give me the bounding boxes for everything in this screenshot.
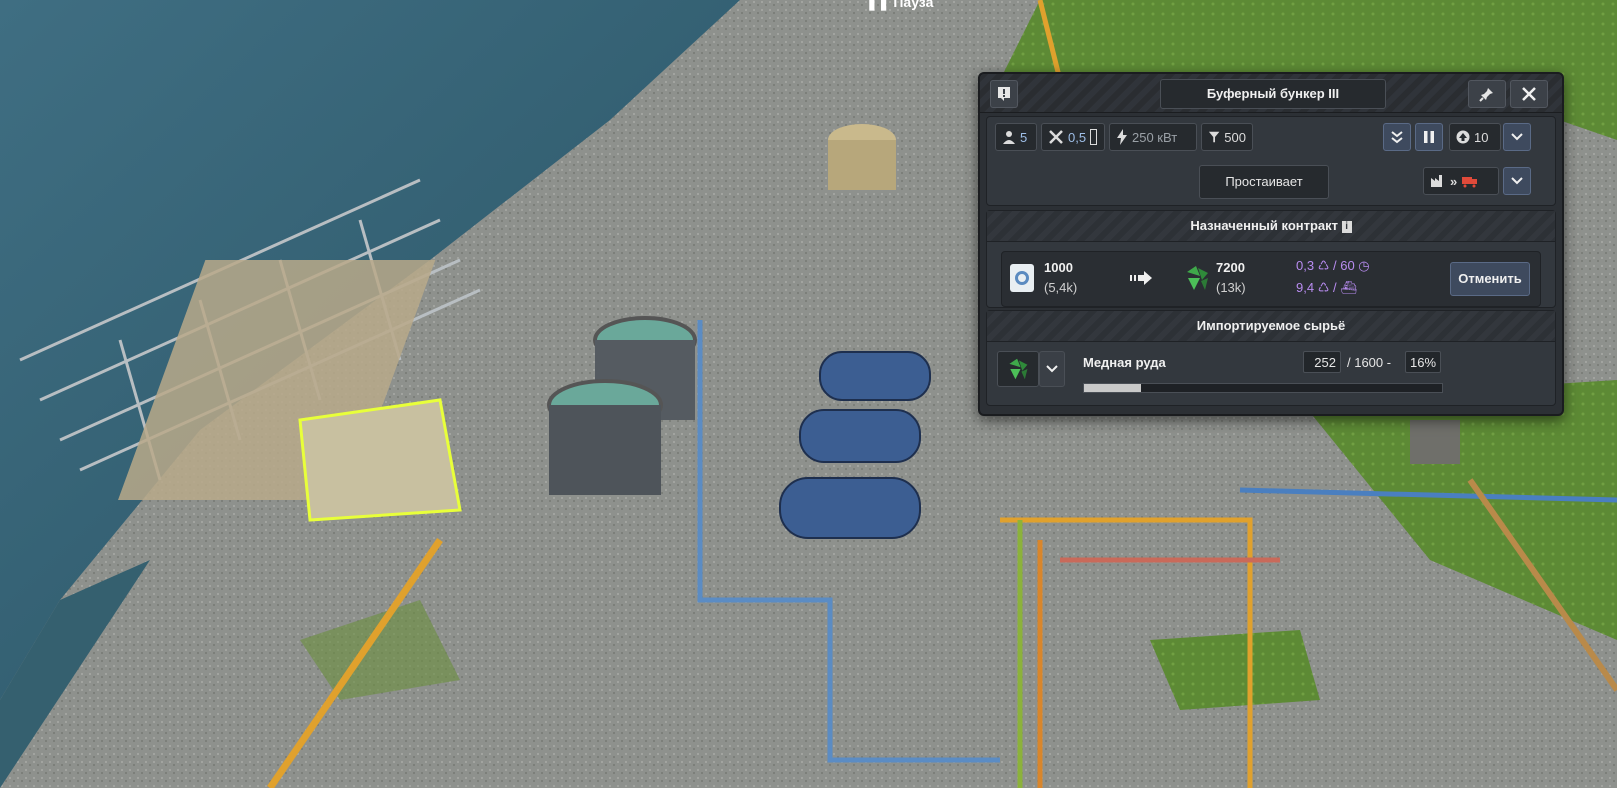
power-chip: 250 кВт [1109,123,1197,151]
logistics-chip[interactable]: » [1423,167,1499,195]
chevron-down-icon [1511,177,1523,185]
chevron-down-icon [1511,133,1523,141]
maintenance-value: 0,5 [1068,129,1087,145]
product-selector[interactable] [997,351,1039,387]
building-window: Буферный бункер III 5 0,5 250 кВт 500 10… [978,72,1564,416]
window-titlebar[interactable]: Буферный бункер III [980,74,1562,113]
copper-ore-icon [1187,266,1208,290]
total-amount: / 1600 - [1347,355,1392,370]
arrows-icon: » [1450,173,1458,189]
rate1-suffix: / 60 [1332,258,1355,273]
recycle-icon: ♺ [1317,280,1330,295]
maintenance-chip: 0,5 [1041,123,1105,151]
info-button[interactable] [990,80,1018,108]
import-header: Импортируемое сырьё [987,311,1555,342]
product-dropdown-button[interactable] [1039,351,1065,387]
priority-dropdown-button[interactable] [1503,123,1531,151]
logistics-dropdown-button[interactable] [1503,167,1531,195]
workers-chip: 5 [995,123,1037,151]
capacity-value: 500 [1224,129,1246,145]
rate-line-2: 9,4 ♺ / ⛴ [1296,280,1357,296]
info-icon[interactable]: i [1341,220,1352,233]
capacity-chip: 500 [1201,123,1253,151]
maintenance-gauge-icon [1090,129,1098,145]
ship-icon: ⛴ [1340,280,1357,295]
factory-icon [1431,175,1442,187]
rate2-value: 9,4 [1296,280,1315,295]
washing-machine-icon [1010,264,1034,292]
status-label: Простаивает [1199,165,1329,199]
pin-icon [1479,88,1493,102]
product-name: Медная руда [1083,355,1166,370]
clock-icon: ◷ [1358,258,1370,273]
contract-row: 1000 (5,4k) 7200 (13k) 0,3 ♺ / 60 ◷ 9,4 … [1001,251,1541,307]
pause-label: Пауза [893,0,934,10]
funnel-icon [1208,131,1220,143]
close-icon [1522,87,1536,101]
close-button[interactable] [1510,80,1548,108]
percent-field[interactable]: 16% [1405,351,1441,373]
window-title: Буферный бункер III [1160,79,1386,109]
cancel-contract-button[interactable]: Отменить [1450,262,1530,296]
selected-building [298,398,462,522]
storage-progress-bar [1083,383,1443,393]
pause-building-button[interactable] [1415,123,1443,151]
slash-separator: / [1332,280,1337,295]
dump-button[interactable] [1383,123,1411,151]
contract-header-label: Назначенный контракт [1190,218,1339,233]
priority-chip[interactable]: 10 [1449,123,1501,151]
exchange-arrow-icon [1130,271,1152,285]
import-section: Импортируемое сырьё Медная руда 252 / 16… [986,310,1556,406]
give-amount: 1000 [1044,260,1073,275]
worker-icon [1003,131,1015,144]
wrench-icon [1049,130,1063,144]
get-sub: (13k) [1216,280,1246,295]
current-amount-field[interactable]: 252 [1303,351,1341,373]
give-sub: (5,4k) [1044,280,1078,295]
get-amount: 7200 [1216,260,1245,275]
info-icon [998,87,1010,101]
power-value: 250 кВт [1132,129,1178,145]
truck-blocked-icon [1462,177,1478,188]
double-chevron-down-icon [1391,131,1403,144]
workers-value: 5 [1020,129,1028,145]
pause-icon: ❚❚ [866,0,890,10]
stats-section: 5 0,5 250 кВт 500 10 Простаивает » [986,116,1556,206]
contract-section: Назначенный контракт i 1000 (5,4k) 7200 … [986,210,1556,308]
rate-line-1: 0,3 ♺ / 60 ◷ [1296,258,1370,274]
rate1-value: 0,3 [1296,258,1315,273]
recycle-icon: ♺ [1317,258,1330,273]
contract-header: Назначенный контракт i [987,211,1555,242]
copper-ore-icon [1009,358,1028,380]
pause-indicator: ❚❚ Пауза [866,0,933,11]
lightning-icon [1117,129,1127,145]
chevron-down-icon [1046,365,1058,373]
storage-progress-fill [1084,384,1142,392]
pin-button[interactable] [1468,80,1506,108]
priority-arrow-icon [1456,130,1470,144]
priority-value: 10 [1474,129,1489,145]
pause-icon [1424,131,1434,143]
